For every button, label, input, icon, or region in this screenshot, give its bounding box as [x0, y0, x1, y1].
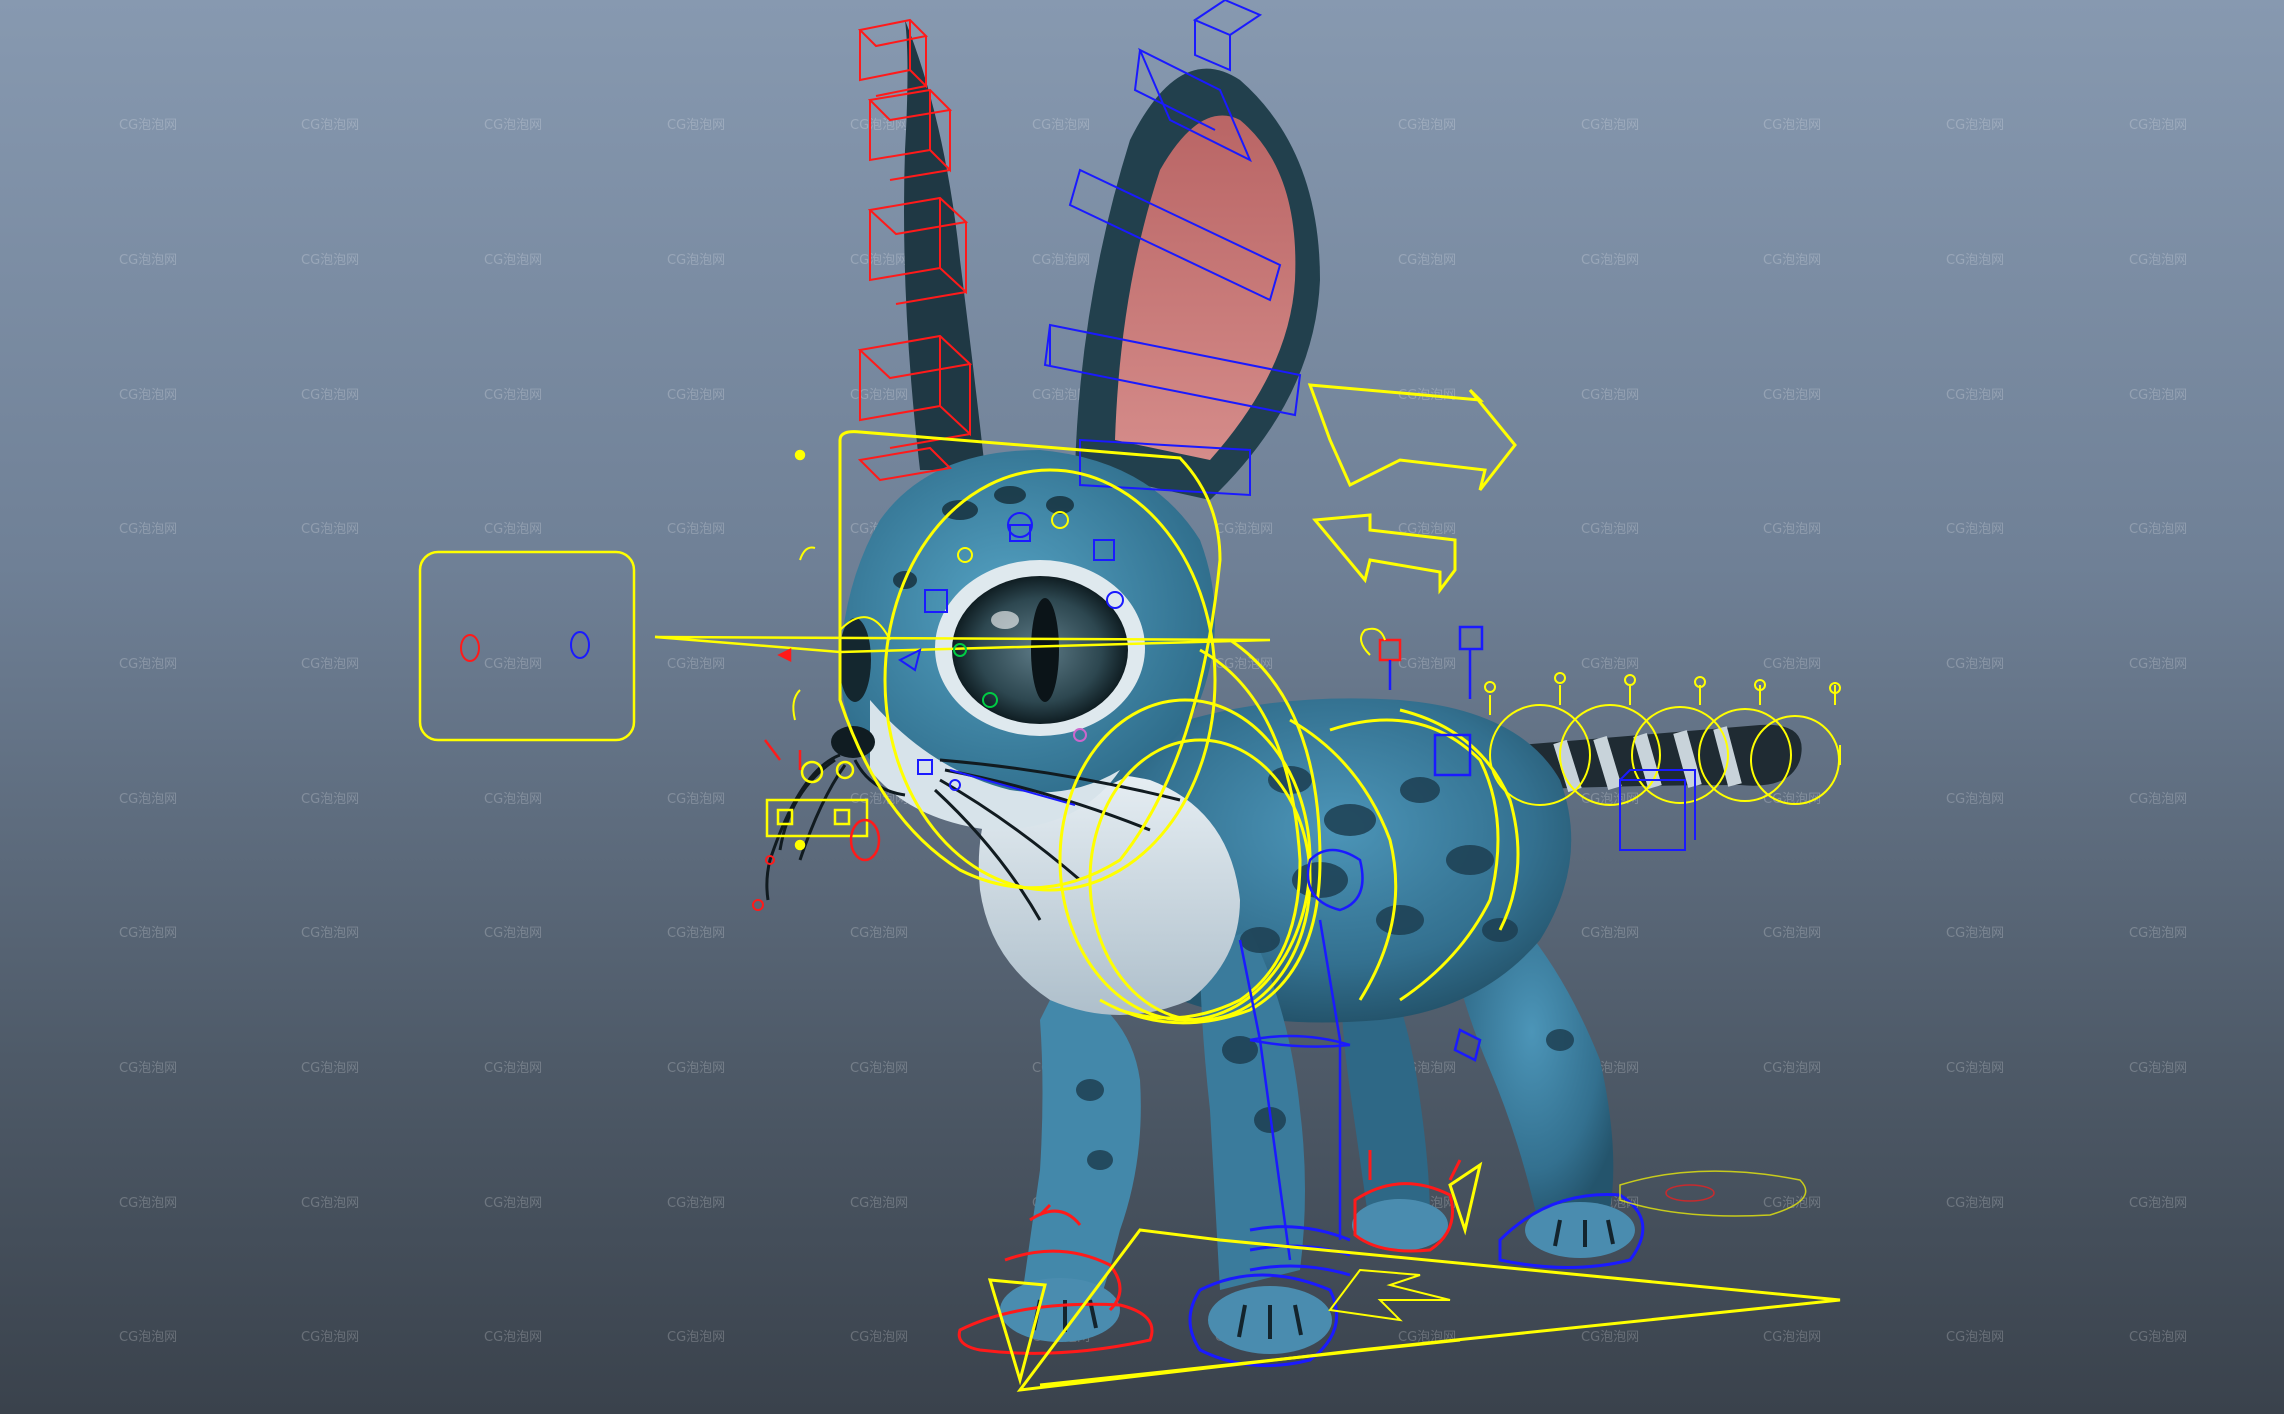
viewport-scene[interactable]	[0, 0, 2284, 1414]
eye-look-right-target[interactable]	[570, 631, 590, 659]
eye-look-left-target[interactable]	[460, 634, 480, 662]
eye-look-control[interactable]	[418, 550, 636, 742]
character-far-eye	[839, 618, 871, 702]
secondary-ground-control[interactable]	[1619, 1170, 1807, 1217]
maya-viewport[interactable]: CG泡泡网 CG泡泡网 CG泡泡网 CG泡泡网 CG泡泡网 CG泡泡网 CG泡泡网 CG泡泡网…	[0, 0, 2284, 1414]
whisker-controls[interactable]	[752, 546, 816, 911]
character-mesh[interactable]	[765, 20, 1802, 1354]
ear-flip-arrow-control[interactable]	[1307, 383, 1517, 595]
front-left-leg[interactable]	[1020, 980, 1141, 1310]
main-ground-control[interactable]	[1016, 1228, 1841, 1392]
